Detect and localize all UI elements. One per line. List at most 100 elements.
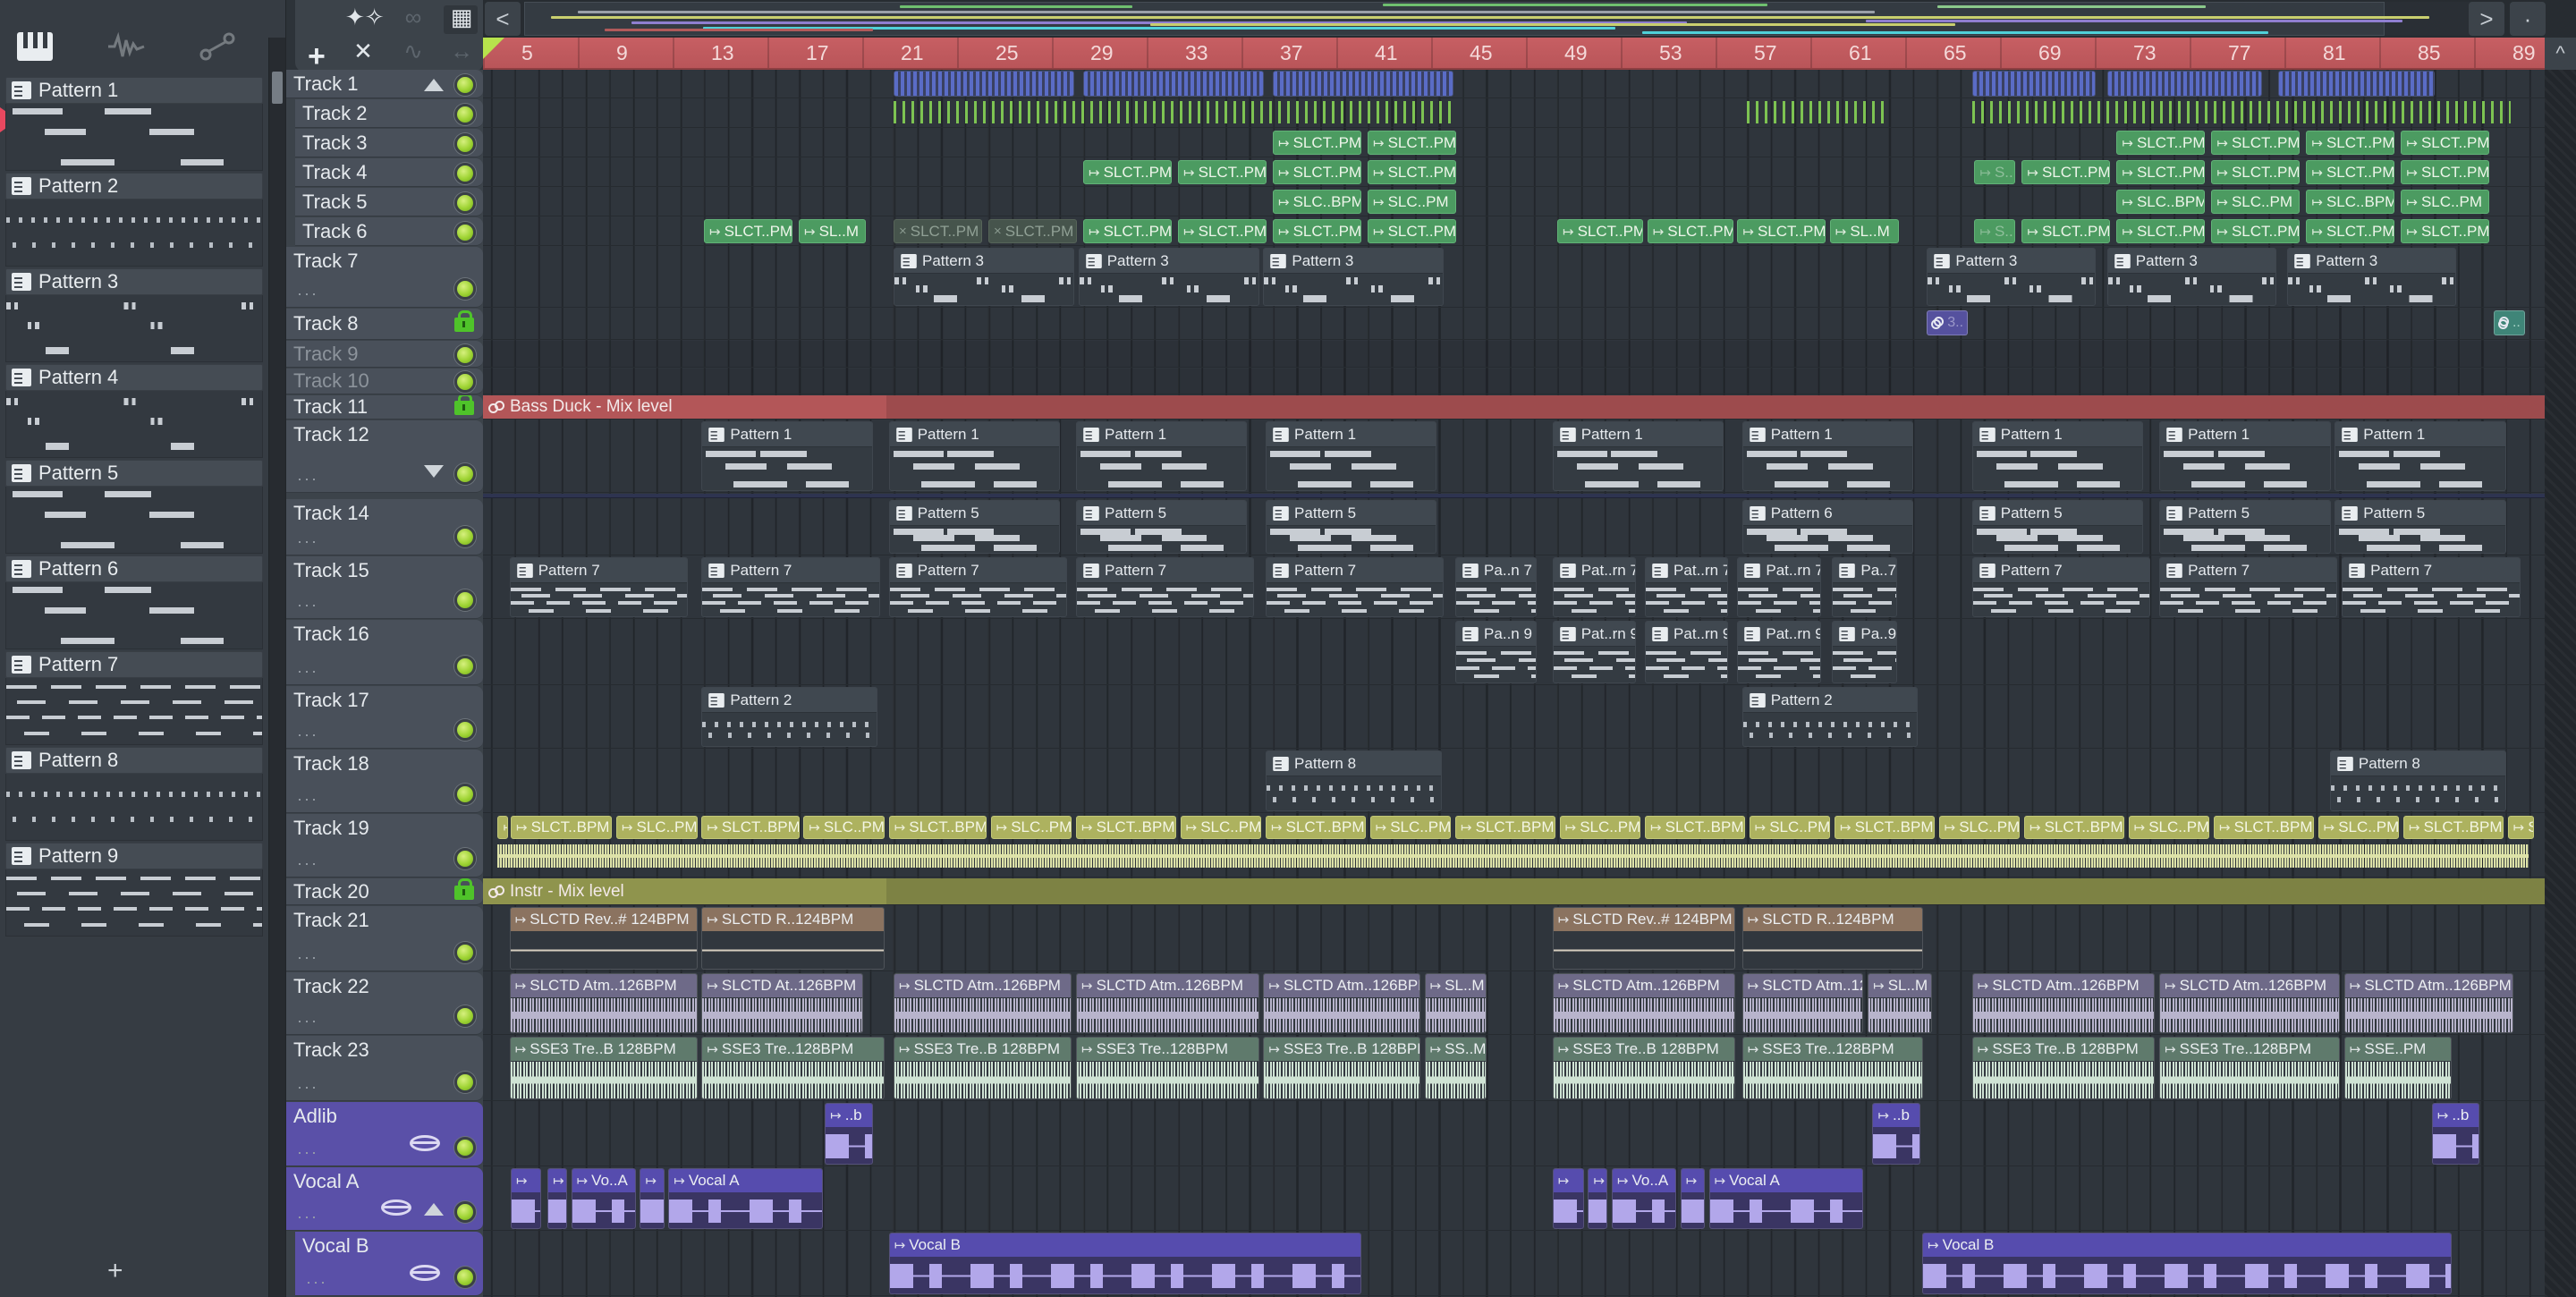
pattern-clip[interactable]: Pattern 7 (1076, 557, 1255, 617)
link-icon[interactable] (199, 31, 236, 62)
track-mute-led[interactable] (454, 1072, 476, 1093)
stretch-icon[interactable]: ↔ (444, 38, 479, 65)
pattern-clip[interactable]: Pattern 5 (888, 500, 1061, 554)
audio-clip[interactable]: ↦ SLCT..PM (2401, 131, 2490, 155)
grid-row-track-8[interactable]: 3.... (483, 309, 2545, 340)
audio-clip[interactable]: ↦ SLCT..PM (1737, 219, 1826, 243)
automation-row-instr-mix-level[interactable]: Instr - Mix level (483, 878, 887, 904)
group-collapse-arrow-up[interactable] (424, 78, 444, 91)
audio-clip[interactable]: ↦ SL..M (1829, 219, 1900, 243)
grid-row-track-2[interactable] (483, 99, 2545, 128)
grid-row-track-11[interactable]: Bass Duck - Mix level (483, 395, 2545, 420)
audio-clip[interactable]: ↦SLC..PM (1180, 816, 1262, 839)
audio-clip[interactable]: ↦ SLCT..PM (1178, 219, 1267, 243)
audio-clip[interactable]: ↦ SLCT..PM (1368, 160, 1456, 184)
pattern-clip[interactable]: Pat..rn 9 (1737, 621, 1821, 683)
vertical-scrollbar[interactable] (2545, 70, 2576, 1297)
scroll-up-button[interactable]: ^ (2545, 38, 2576, 70)
pattern-clip[interactable]: Pattern 5 (2334, 500, 2506, 554)
wave-diamond-icon[interactable]: ✦✧ (345, 4, 385, 31)
grid-row-spacer[interactable] (483, 494, 2545, 498)
audio-clip[interactable]: ↦SLC..PM (990, 816, 1072, 839)
grid-row-track-12[interactable]: Pattern 1 Pattern 1 Pattern 1 Pattern 1 Patt… (483, 420, 2545, 493)
pattern-clip[interactable]: Pattern 1 (701, 421, 873, 491)
audio-clip[interactable]: ↦ SLCT..PM (2021, 160, 2111, 184)
pattern-clip[interactable]: Pattern 5 (1076, 500, 1248, 554)
grid-row-track-14[interactable]: Pattern 5 Pattern 5 Pattern 5 Pattern 6 Patt… (483, 499, 2545, 555)
audio-clip[interactable]: ↦ SLCTD At..126BPM (701, 973, 864, 1033)
track-name-cell-track-14[interactable]: Track 14 ··· (286, 499, 483, 555)
track-mute-led[interactable] (454, 73, 476, 96)
audio-clip[interactable]: ↦ SLCT..PM (1273, 131, 1361, 155)
pattern-clip[interactable]: Pat..rn 7 (1737, 557, 1821, 617)
audio-clip[interactable]: ↦ SSE..PM (2343, 1037, 2452, 1099)
pattern-clip[interactable]: Pattern 1 (2159, 421, 2331, 491)
piano-icon[interactable] (16, 31, 54, 62)
waveform-icon[interactable] (107, 31, 145, 62)
pattern-clip[interactable]: Pattern 8 (2329, 750, 2506, 811)
audio-clip[interactable]: ↦SLCTD Atm..126BPM (1263, 973, 1420, 1033)
audio-clip[interactable]: ↦ Vocal B (1922, 1233, 2452, 1294)
pattern-clip[interactable]: Pattern 2 (701, 687, 878, 747)
audio-clip[interactable]: ↦ SL..M (799, 219, 866, 243)
audio-clip[interactable]: ↦ Vocal B (888, 1233, 1361, 1294)
minimap-dot-button[interactable]: · (2510, 2, 2546, 36)
grid-row-track-20[interactable]: Instr - Mix level (483, 878, 2545, 905)
midi-tick-band[interactable] (1971, 101, 2511, 123)
audio-clip[interactable]: ↦ SLCT..PM (1368, 219, 1456, 243)
pattern-clip[interactable]: Pattern 7 (509, 557, 689, 617)
audio-clip[interactable]: ↦ SLCT..BPM (1645, 816, 1745, 839)
track-name-cell-adlib[interactable]: Adlib ··· (286, 1102, 483, 1166)
grid-row-track-16[interactable]: Pa..n 9 Pat..rn 9 Pat..rn 9 Pat..rn 9 Pa..9 (483, 620, 2545, 685)
pattern-clip[interactable]: Pattern 1 (888, 421, 1061, 491)
audio-clip-sliced[interactable] (1083, 71, 1265, 97)
audio-clip[interactable]: ↦ ..b (825, 1103, 873, 1165)
grid-row-track-9[interactable] (483, 341, 2545, 368)
grid-row-track-1[interactable] (483, 70, 2545, 98)
audio-clip[interactable]: ↦SLC..PM (2128, 816, 2210, 839)
audio-clip-sliced[interactable] (894, 71, 1075, 97)
audio-clip[interactable]: ↦ (1680, 1168, 1705, 1229)
pattern-item[interactable]: Pattern 8 (5, 747, 263, 841)
link-icon[interactable]: ∞ (395, 4, 431, 31)
audio-clip[interactable]: ↦ SLCT..PM (2401, 160, 2490, 184)
track-name-cell-track-17[interactable]: Track 17 ··· (286, 686, 483, 749)
pattern-item[interactable]: Pattern 6 (5, 555, 263, 649)
pattern-clip[interactable]: Pattern 1 (1076, 421, 1248, 491)
pattern-clip[interactable]: Pattern 3 (2287, 248, 2456, 306)
pattern-clip[interactable]: Pat..rn 9 (1645, 621, 1729, 683)
grid-row-track-7[interactable]: Pattern 3 Pattern 3 Pattern 3 Pattern 3 Patt… (483, 247, 2545, 308)
audio-clip[interactable]: × SLCT..PM (894, 219, 982, 243)
audio-clip[interactable]: ↦SLC..PM (2318, 816, 2400, 839)
grid-row-track-17[interactable]: Pattern 2 Pattern 2 (483, 686, 2545, 749)
audio-clip[interactable]: ↦ SLCT..BPM (2024, 816, 2124, 839)
pattern-clip[interactable]: Pattern 3 (1078, 248, 1259, 306)
track-mute-led[interactable] (454, 132, 476, 155)
audio-clip[interactable]: ↦SLC..PM (615, 816, 698, 839)
audio-clip[interactable]: ↦SLC..PM (803, 816, 886, 839)
audio-clip[interactable]: ↦ Vo..A (571, 1168, 636, 1229)
track-name-cell-track-12[interactable]: Track 12 ··· (286, 420, 483, 493)
audio-clip-sliced[interactable] (1273, 71, 1454, 97)
audio-clip[interactable]: ↦ SLCT..PM (2211, 160, 2301, 184)
track-mute-led[interactable] (454, 191, 476, 214)
audio-clip[interactable]: ↦ SLCT..PM (1083, 160, 1172, 184)
track-mute-led[interactable] (454, 343, 476, 366)
pattern-clip[interactable]: Pattern 1 (1741, 421, 1914, 491)
audio-clip[interactable]: ↦ SLCT..PM (1083, 219, 1172, 243)
audio-clip[interactable]: ↦ SLCT..BPM (511, 816, 613, 839)
playlist-grid[interactable]: ↦ SLCT..PM ↦ SLCT..PM ↦ SLCT..PM ↦ SLCT..PM ↦ SLC… (483, 70, 2545, 1297)
track-mute-led[interactable] (454, 942, 476, 963)
audio-clip[interactable]: ↦ SLCTD Rev..# 124BPM (1552, 907, 1736, 970)
pattern-clip[interactable]: Pattern 5 (2159, 500, 2331, 554)
audio-clip[interactable]: ↦ SLCTD Rev..# 124BPM (509, 907, 698, 970)
audio-clip[interactable]: ↦ (1588, 1168, 1608, 1229)
track-mute-led[interactable] (454, 1005, 476, 1027)
track-name-cell-track-16[interactable]: Track 16 ··· (286, 620, 483, 685)
pattern-clip[interactable]: Pattern 3 (1927, 248, 2097, 306)
pattern-clip[interactable]: Pattern 7 (2342, 557, 2521, 617)
track-mute-led[interactable] (454, 784, 476, 805)
grid-row-track-18[interactable]: Pattern 8 Pattern 8 (483, 750, 2545, 813)
pattern-clip[interactable]: Pattern 7 (888, 557, 1068, 617)
audio-clip[interactable]: ↦SLC..PM (2211, 190, 2301, 214)
